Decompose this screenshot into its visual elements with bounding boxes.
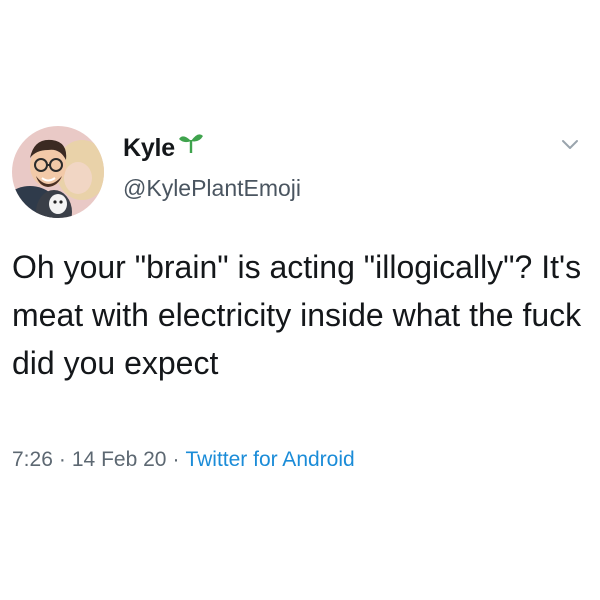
chevron-down-icon[interactable] (561, 138, 579, 150)
avatar-image (12, 126, 104, 218)
sprout-icon (178, 131, 204, 158)
tweet-time[interactable]: 7:26 (12, 448, 53, 472)
tweet-source-link[interactable]: Twitter for Android (185, 448, 354, 472)
display-name[interactable]: Kyle (123, 134, 175, 163)
user-handle[interactable]: @KylePlantEmoji (123, 175, 301, 202)
tweet-text: Oh your "brain" is acting "illogically"?… (12, 249, 582, 381)
tweet-date[interactable]: 14 Feb 20 (72, 448, 167, 472)
meta-separator: · (58, 448, 66, 471)
name-row: Kyle (123, 134, 204, 163)
avatar[interactable] (12, 126, 104, 218)
tweet-meta: 7:26 · 14 Feb 20 · Twitter for Android (12, 448, 355, 472)
meta-separator: · (172, 448, 180, 471)
tweet-card: Kyle @KylePlantEmoji Oh your "brain" is … (0, 0, 600, 600)
